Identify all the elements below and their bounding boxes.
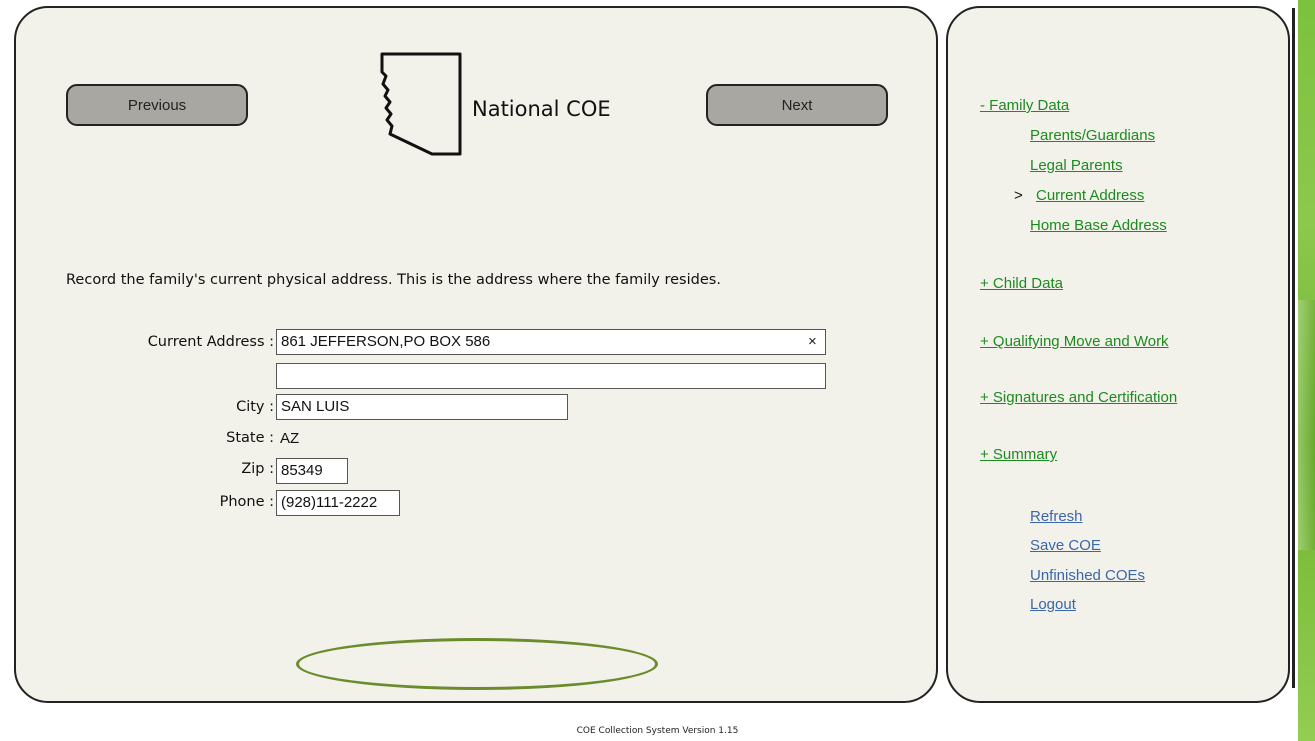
sidebar-summary[interactable]: + Summary — [980, 446, 1057, 463]
sidebar-item-home-base-address[interactable]: Home Base Address — [1030, 217, 1167, 234]
clear-icon[interactable]: × — [808, 333, 817, 350]
sidebar-signatures[interactable]: + Signatures and Certification — [980, 389, 1177, 406]
instructions-text: Record the family's current physical add… — [66, 272, 721, 288]
sidebar-child-data[interactable]: + Child Data — [980, 275, 1063, 292]
city-input[interactable]: SAN LUIS — [276, 394, 568, 420]
sidebar-item-parents-guardians[interactable]: Parents/Guardians — [1030, 127, 1155, 144]
current-address-line1-input[interactable]: 861 JEFFERSON,PO BOX 586 — [276, 329, 826, 355]
highlight-oval — [296, 638, 658, 690]
sidebar-panel: - Family Data Parents/Guardians Legal Pa… — [946, 6, 1290, 703]
decorative-green-strip — [1298, 0, 1315, 741]
footer-version: COE Collection System Version 1.15 — [576, 726, 739, 736]
state-value: AZ — [280, 430, 300, 447]
current-address-line2-input[interactable] — [276, 363, 826, 389]
zip-label: Zip : — [241, 461, 274, 477]
sidebar-item-legal-parents[interactable]: Legal Parents — [1030, 157, 1123, 174]
current-address-label: Current Address : — [147, 334, 274, 350]
main-panel: Previous Next National COE Record the fa… — [14, 6, 938, 703]
previous-button[interactable]: Previous — [66, 84, 248, 126]
sidebar-qualifying-move[interactable]: + Qualifying Move and Work — [980, 333, 1169, 350]
phone-input[interactable]: (928)111-2222 — [276, 490, 400, 516]
current-page-marker: > — [1014, 187, 1023, 204]
next-button[interactable]: Next — [706, 84, 888, 126]
refresh-link[interactable]: Refresh — [1030, 508, 1083, 525]
decorative-divider — [1292, 8, 1295, 688]
unfinished-coes-link[interactable]: Unfinished COEs — [1030, 567, 1145, 584]
save-coe-link[interactable]: Save COE — [1030, 537, 1101, 554]
arizona-state-icon — [380, 52, 462, 156]
page-title: National COE — [472, 97, 611, 121]
logout-link[interactable]: Logout — [1030, 596, 1076, 613]
city-label: City : — [236, 399, 274, 415]
phone-label: Phone : — [219, 494, 274, 510]
state-label: State : — [226, 430, 274, 446]
sidebar-item-current-address[interactable]: Current Address — [1036, 187, 1144, 204]
zip-input[interactable]: 85349 — [276, 458, 348, 484]
sidebar-family-data[interactable]: - Family Data — [980, 97, 1069, 114]
